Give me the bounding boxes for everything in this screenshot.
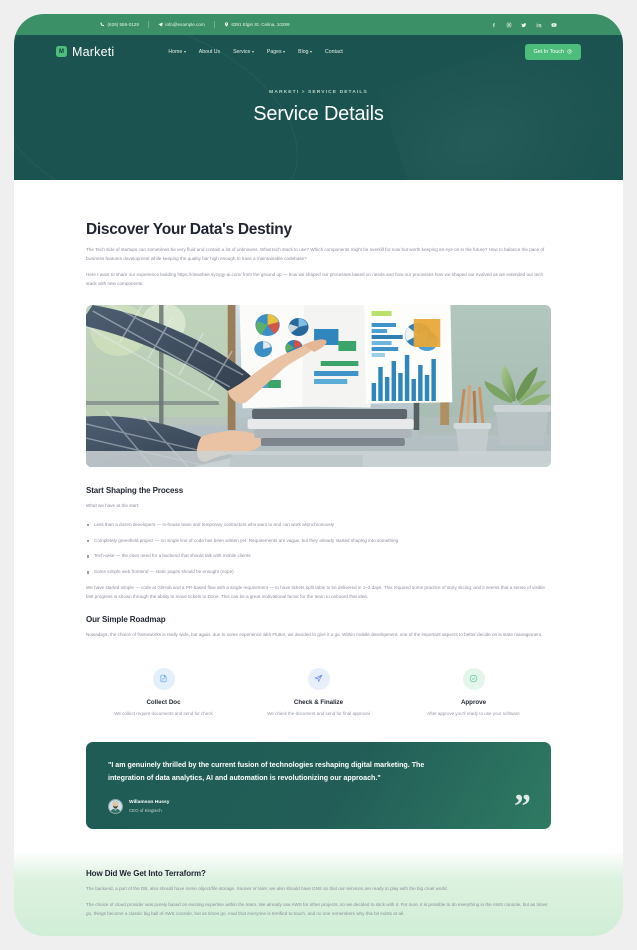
process-intro: What we have at the start: — [86, 502, 140, 508]
phone-icon — [100, 22, 105, 27]
testimonial-card: "I am genuinely thrilled by the current … — [86, 741, 551, 830]
testimonial-quote: "I am genuinely thrilled by the current … — [108, 760, 425, 782]
nav-item-home[interactable]: Home — [168, 48, 186, 55]
author-info: Willamson Hussy CEO of Kingtech — [129, 800, 169, 813]
intro-paragraph-2: Here I want to share our experience buil… — [86, 271, 544, 286]
social-links — [491, 22, 581, 28]
roadmap-paragraph: Nowadays, the choice of frameworks is re… — [86, 631, 543, 637]
step-check-finalize: Check & Finalize We check the document a… — [241, 667, 396, 716]
list-item: Some simple web frontend — static pages … — [86, 568, 551, 576]
chevron-down-icon — [283, 50, 286, 53]
address-contact[interactable]: 6391 Elgin St. Celina, 10299 — [215, 22, 299, 27]
nav-item-blog[interactable]: Blog — [298, 49, 312, 55]
intro-paragraph-1: The Tech side of startups can sometimes … — [86, 247, 545, 261]
nav-item-pages[interactable]: Pages — [266, 48, 286, 55]
site-logo[interactable]: M Marketi — [56, 45, 114, 59]
hero-heading-group: MARKETI > SERVICE DETAILS Service Detail… — [14, 90, 623, 126]
roadmap-heading: Our Simple Roadmap — [86, 614, 166, 624]
step-icon-badge — [152, 667, 175, 690]
nav-item-about-us[interactable]: About Us — [199, 49, 220, 55]
hero-section: M Marketi Home About Us Service Pages Bl… — [14, 35, 623, 180]
check-circle-icon — [469, 675, 478, 683]
page-title: Service Details — [253, 103, 384, 125]
process-bullet-list: Less than a dozen developers — in-house … — [86, 521, 551, 576]
process-heading: Start Shaping the Process — [86, 485, 184, 495]
process-closing-paragraph: We have started simple — code at GitHub … — [86, 584, 545, 599]
contact-info-group: (629) 555-0129 info@example.com 6391 Elg… — [56, 21, 491, 28]
youtube-icon[interactable] — [551, 22, 557, 28]
nav-item-contact[interactable]: Contact — [325, 49, 343, 55]
step-description: After approve you'll ready to use your s… — [427, 710, 520, 716]
list-item: Completely greenfield project — no singl… — [86, 537, 551, 545]
cta-label: Get In Touch — [533, 48, 564, 55]
nav-label: About Us — [198, 48, 221, 55]
business-analytics-photo — [86, 304, 551, 467]
step-collect-doc: Collect Doc We collect require documents… — [86, 667, 241, 716]
chevron-down-icon — [251, 50, 254, 53]
facebook-icon[interactable] — [491, 22, 497, 28]
phone-number: (629) 555-0129 — [107, 22, 139, 27]
nav-label: Pages — [266, 48, 282, 55]
terraform-paragraph-2: The choice of cloud provider was purely … — [86, 901, 548, 916]
phone-contact[interactable]: (629) 555-0129 — [56, 22, 148, 27]
terraform-section: How Did We Get Into Terraform? The backe… — [14, 851, 623, 936]
nav-item-service[interactable]: Service — [233, 49, 254, 55]
document-icon — [160, 675, 167, 683]
main-content: Discover Your Data's Destiny The Tech si… — [14, 180, 623, 936]
terraform-heading: How Did We Get Into Terraform? — [86, 869, 206, 879]
nav-menu: Home About Us Service Pages Blog Contact — [168, 49, 343, 55]
envelope-icon — [158, 22, 163, 27]
linkedin-icon[interactable] — [536, 22, 542, 28]
breadcrumb: MARKETI > SERVICE DETAILS — [269, 90, 368, 95]
step-title: Check & Finalize — [293, 698, 344, 706]
quote-mark-icon: ” — [514, 787, 531, 825]
author-role: CEO of Kingtech — [129, 807, 162, 813]
step-description: We check the document and send for final… — [267, 710, 370, 716]
step-title: Approve — [460, 698, 487, 706]
brand-name: Marketi — [72, 44, 115, 59]
feature-image — [86, 304, 551, 467]
street-address: 6391 Elgin St. Celina, 10299 — [231, 22, 290, 27]
step-icon-badge — [307, 667, 330, 690]
chevron-down-icon — [310, 50, 312, 53]
step-icon-badge — [462, 667, 485, 690]
nav-label: Contact — [325, 48, 343, 55]
instagram-icon[interactable] — [506, 22, 512, 28]
web-page: (629) 555-0129 info@example.com 6391 Elg… — [14, 14, 623, 936]
arrow-up-right-icon — [567, 49, 572, 54]
roadmap-section: Our Simple Roadmap Nowadays, the choice … — [86, 615, 551, 640]
main-navbar: M Marketi Home About Us Service Pages Bl… — [14, 35, 623, 68]
get-in-touch-button[interactable]: Get In Touch — [524, 43, 581, 60]
process-section: Start Shaping the Process What we have a… — [86, 486, 551, 602]
chevron-down-icon — [183, 50, 186, 53]
device-frame: (629) 555-0129 info@example.com 6391 Elg… — [14, 14, 623, 936]
author-avatar — [109, 800, 122, 814]
process-steps: Collect Doc We collect require documents… — [86, 662, 551, 716]
avatar — [108, 799, 123, 815]
top-contact-bar: (629) 555-0129 info@example.com 6391 Elg… — [14, 14, 623, 35]
section-title: Discover Your Data's Destiny — [86, 221, 292, 238]
twitter-icon[interactable] — [521, 22, 527, 28]
step-title: Collect Doc — [146, 698, 181, 706]
author-name: Willamson Hussy — [129, 800, 170, 806]
step-description: We collect require documents and send fo… — [114, 710, 213, 716]
paper-plane-icon — [314, 674, 323, 683]
map-pin-icon — [224, 22, 228, 27]
email-address: info@example.com — [165, 22, 205, 27]
intro-block: Discover Your Data's Destiny The Tech si… — [14, 180, 623, 830]
email-contact[interactable]: info@example.com — [149, 22, 214, 27]
list-item: Less than a dozen developers — in-house … — [86, 521, 551, 529]
nav-label: Service — [233, 48, 251, 55]
logo-mark-icon: M — [56, 46, 67, 57]
nav-label: Blog — [298, 48, 309, 55]
nav-label: Home — [168, 48, 183, 55]
step-approve: Approve After approve you'll ready to us… — [396, 667, 551, 716]
testimonial-author: Willamson Hussy CEO of Kingtech — [108, 799, 529, 815]
list-item: Tech-wise — the clear need for a backend… — [86, 552, 551, 560]
terraform-paragraph-1: The backend, a part of the DB, also shou… — [86, 886, 448, 892]
